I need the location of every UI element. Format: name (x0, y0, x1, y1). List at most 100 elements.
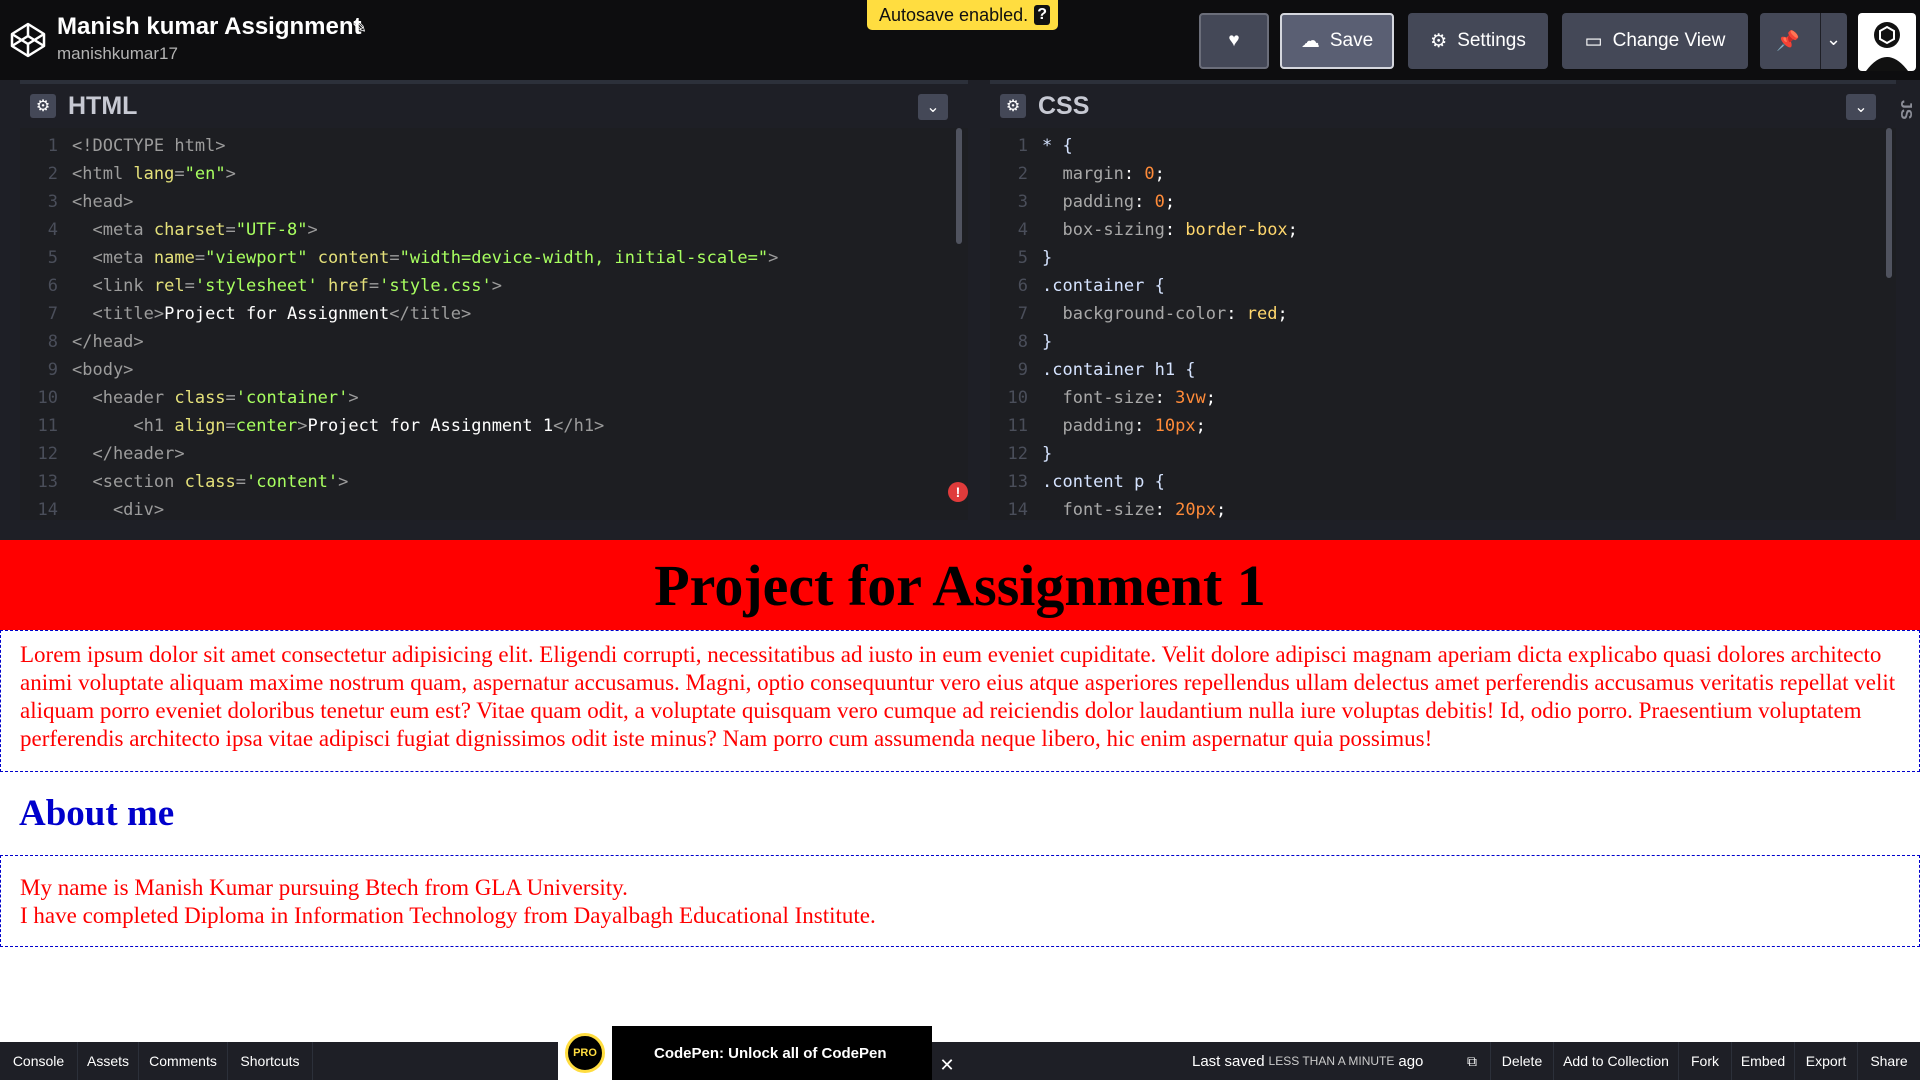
author-username[interactable]: manishkumar17 (57, 44, 178, 64)
change-view-label: Change View (1612, 30, 1726, 51)
top-header: Manish kumar Assignment ✎ manishkumar17 … (0, 0, 1920, 80)
delete-button[interactable]: Delete (1491, 1042, 1554, 1080)
html-pane-header: ⚙ HTML ⌄ (20, 80, 968, 128)
autosave-text: Autosave enabled. (879, 4, 1029, 25)
html-settings-gear-icon[interactable]: ⚙ (30, 94, 56, 118)
about-box: My name is Manish Kumar pursuing Btech f… (0, 855, 1920, 947)
code-line: 10 <header class ='container' > (37, 388, 359, 408)
code-line: 2 margin: 0; (1017, 164, 1165, 184)
code-line: 1 <!DOCTYPE html> (47, 136, 226, 156)
about-line-2: I have completed Diploma in Information … (20, 903, 876, 928)
pro-promo-banner[interactable]: PRO CodePen: Unlock all of CodePen ✕ (558, 1026, 960, 1080)
code-line: 12} (1007, 444, 1053, 464)
css-editor-pane[interactable]: ⚙ CSS ⌄ 1 * { 2 margin: 0; 3 padding: 0; … (990, 80, 1896, 520)
code-line: 2 <html lang = "en" > (47, 164, 236, 184)
code-line: 9 .container h1 { (1017, 360, 1196, 380)
js-pane-collapsed[interactable]: JS (1896, 80, 1920, 520)
bottom-toolbar: Console Assets Comments Shortcuts Last s… (0, 1042, 1920, 1080)
pro-badge: PRO (558, 1026, 612, 1080)
code-line: 10 font-size: 3vw; (1007, 388, 1217, 408)
external-link-icon[interactable]: ⧉ (1454, 1042, 1491, 1080)
html-editor-pane[interactable]: ⚙ HTML ⌄ 1 <!DOCTYPE html> 2 <html lang = "e… (20, 80, 968, 520)
change-view-button[interactable]: ▭ Change View (1562, 13, 1748, 69)
code-line: 8 </head> (47, 332, 144, 352)
editor-area: ⚙ HTML ⌄ 1 <!DOCTYPE html> 2 <html lang = "e… (0, 80, 1920, 620)
code-line: 3 <head> (47, 192, 134, 212)
settings-label: Settings (1457, 30, 1526, 51)
chevron-down-icon[interactable]: ⌄ (1826, 29, 1841, 50)
pin-divider (1820, 13, 1821, 69)
add-to-collection-button[interactable]: Add to Collection (1554, 1042, 1679, 1080)
code-line: 11 padding: 10px; (1007, 416, 1206, 436)
last-saved-prefix: Last saved (1192, 1052, 1265, 1070)
share-button[interactable]: Share (1858, 1042, 1920, 1080)
assets-button[interactable]: Assets (78, 1042, 139, 1080)
code-line: 12 </header> (37, 444, 185, 464)
code-line: 5} (1017, 248, 1053, 268)
html-pane-chevron-down-icon[interactable]: ⌄ (918, 94, 948, 120)
pin-button[interactable]: 📌 ⌄ (1760, 13, 1847, 69)
comments-button[interactable]: Comments (139, 1042, 228, 1080)
code-line: 11 <h1 align = center > Project for Assignme… (37, 416, 605, 436)
embed-button[interactable]: Embed (1732, 1042, 1795, 1080)
preview-content-box: Lorem ipsum dolor sit amet consectetur a… (0, 630, 1920, 772)
code-line: 7 <title> Project for Assignment </title> (47, 304, 472, 324)
css-code[interactable]: 1 * { 2 margin: 0; 3 padding: 0; 4 box-si… (990, 128, 1896, 520)
save-label: Save (1329, 30, 1374, 51)
pen-title[interactable]: Manish kumar Assignment (57, 13, 362, 41)
preview-header: Project for Assignment 1 (0, 540, 1920, 630)
code-line: 1 * { (1017, 136, 1073, 156)
code-line: 4 box-sizing: border-box; (1017, 220, 1298, 240)
export-button[interactable]: Export (1795, 1042, 1858, 1080)
settings-button[interactable]: ⚙ Settings (1408, 13, 1548, 69)
love-button[interactable]: ♥ (1199, 13, 1269, 69)
save-button[interactable]: ☁ Save (1280, 13, 1394, 69)
code-line: 13 <section class ='content' > (37, 472, 349, 492)
code-line: 14 font-size: 20px; (1007, 500, 1227, 520)
avatar-icon (1866, 22, 1908, 71)
code-line: 7 background-color: red; (1017, 304, 1288, 324)
css-pane-header: ⚙ CSS ⌄ (990, 80, 1896, 128)
edit-title-pencil-icon[interactable]: ✎ (352, 17, 367, 38)
code-line: 6 <link rel ='stylesheet' href ='style.css… (47, 276, 502, 296)
gear-icon: ⚙ (1430, 30, 1448, 52)
error-icon[interactable]: ! (948, 482, 968, 502)
last-saved-status: Last saved LESS THAN A MINUTE ago (1192, 1042, 1423, 1080)
code-line: 6 .container { (1017, 276, 1165, 296)
about-line-1: My name is Manish Kumar pursuing Btech f… (20, 875, 628, 900)
about-heading: About me (19, 793, 175, 834)
heart-icon: ♥ (1228, 30, 1240, 51)
code-line: 8} (1017, 332, 1053, 352)
console-button[interactable]: Console (0, 1042, 78, 1080)
code-line: 9 <body> (47, 360, 134, 380)
last-saved-suffix: ago (1398, 1052, 1424, 1070)
css-pane-chevron-down-icon[interactable]: ⌄ (1846, 94, 1876, 120)
code-line: 13 .content p { (1007, 472, 1165, 492)
code-line: 14 <div> (37, 500, 165, 520)
code-line: 5 <meta name = "viewport" content = "width=d… (47, 248, 779, 268)
user-avatar[interactable] (1858, 13, 1916, 71)
cloud-icon: ☁ (1300, 30, 1320, 52)
css-settings-gear-icon[interactable]: ⚙ (1000, 94, 1026, 118)
pin-icon: 📌 (1776, 31, 1800, 52)
css-pane-title: CSS (1038, 91, 1090, 120)
promo-text: CodePen: Unlock all of CodePen (654, 1044, 887, 1062)
autosave-banner: Autosave enabled. ? (867, 0, 1059, 30)
autosave-help-button[interactable]: ? (1034, 5, 1051, 25)
code-line: 4 <meta charset = "UTF-8" > (47, 220, 318, 240)
preview-heading: Project for Assignment 1 (654, 552, 1266, 618)
fork-button[interactable]: Fork (1679, 1042, 1732, 1080)
js-pane-title: JS (1897, 100, 1914, 120)
preview-frame[interactable]: Project for Assignment 1 Lorem ipsum dol… (0, 540, 1920, 1042)
pro-badge-label: PRO (565, 1033, 605, 1073)
preview-paragraph: Lorem ipsum dolor sit amet consectetur a… (20, 642, 1896, 751)
last-saved-time: LESS THAN A MINUTE (1268, 1054, 1395, 1068)
html-code[interactable]: 1 <!DOCTYPE html> 2 <html lang = "en" > 3 <hea… (20, 128, 968, 520)
codepen-logo-icon[interactable] (8, 20, 48, 60)
close-icon[interactable]: ✕ (934, 1050, 960, 1080)
css-scrollbar[interactable] (1886, 128, 1892, 278)
layout-icon: ▭ (1584, 30, 1603, 52)
html-scrollbar[interactable] (956, 128, 962, 244)
code-line: 3 padding: 0; (1017, 192, 1176, 212)
shortcuts-button[interactable]: Shortcuts (228, 1042, 313, 1080)
